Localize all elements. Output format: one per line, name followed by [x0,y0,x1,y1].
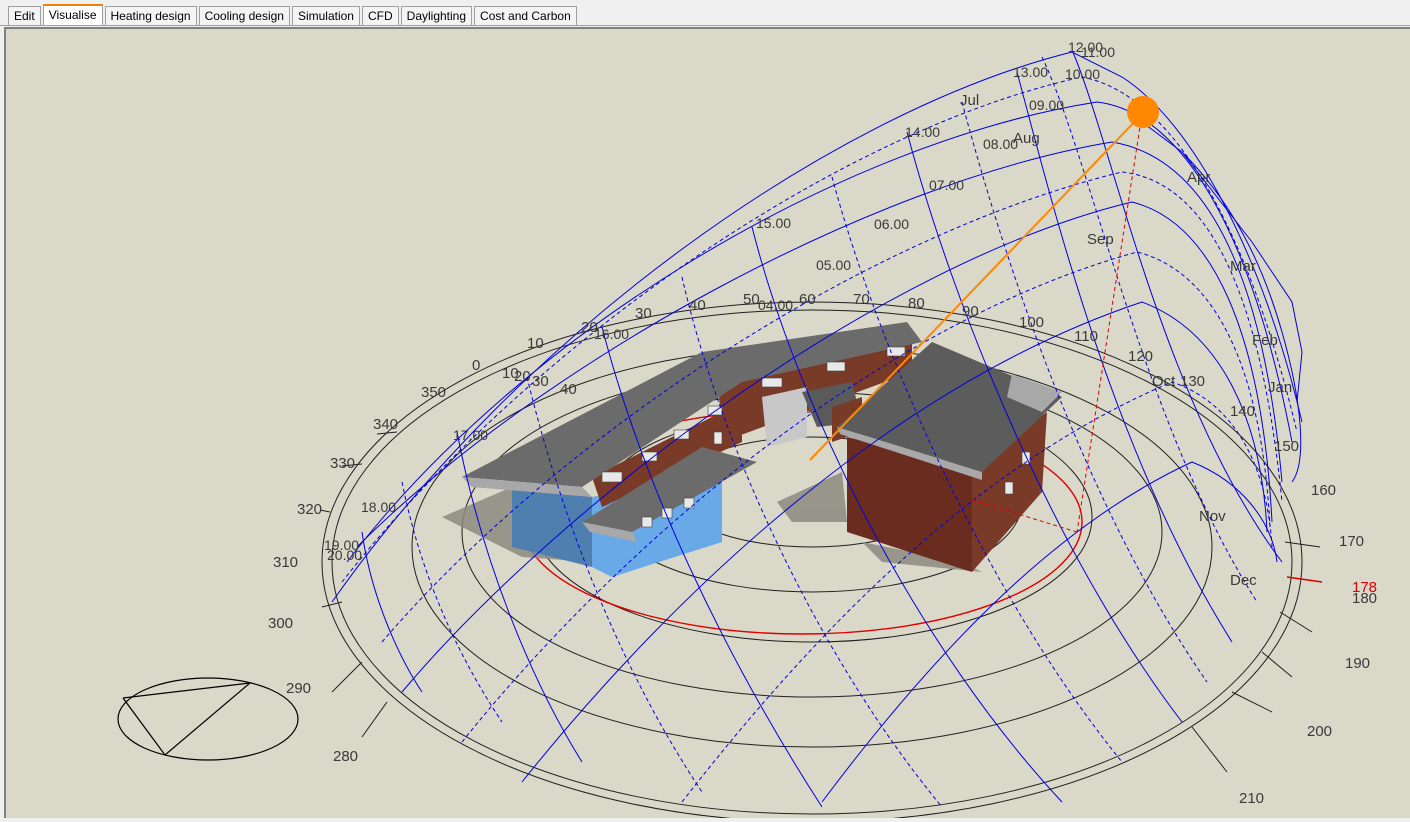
month-label: Feb [1252,332,1278,349]
month-label: Aug [1013,130,1040,147]
tab-simulation[interactable]: Simulation [291,6,360,25]
month-label: Oct [1152,373,1176,390]
month-label: Jan [1268,379,1292,396]
azimuth-label: 40 [560,381,577,398]
tab-cooling-design[interactable]: Cooling design [198,6,290,25]
azimuth-label: 60 [799,291,816,308]
elevation-label: 40 [689,297,706,314]
azimuth-label: 110 [1074,328,1098,345]
azimuth-label: 320 [297,501,322,518]
hour-label: 07.00 [929,177,964,193]
elevation-labels: 10 20 30 40 [527,297,706,352]
hour-label: 15.00 [756,215,791,231]
azimuth-label: 170 [1339,533,1364,550]
hour-label: 20.00 [327,547,362,563]
hour-label: 09.00 [1029,97,1064,113]
tab-strip: Edit Visualise Heating design Cooling de… [8,4,579,26]
hour-label: 17.00 [453,427,488,443]
azimuth-label: 160 [1311,482,1336,499]
azimuth-label: 150 [1274,438,1299,455]
azimuth-label: 350 [421,384,446,401]
tab-cfd[interactable]: CFD [361,6,399,25]
month-label: Jul [960,92,979,109]
compass-icon[interactable] [117,677,299,761]
azimuth-label: 70 [853,291,870,308]
azimuth-label: 280 [333,748,358,765]
azimuth-label: 80 [908,295,925,312]
tab-heating-design[interactable]: Heating design [104,6,197,25]
current-azimuth-label: 178 [1352,579,1377,596]
month-label: Dec [1230,572,1257,589]
tab-cost-and-carbon[interactable]: Cost and Carbon [474,6,577,25]
azimuth-label: 310 [273,554,298,571]
elevation-label: 10 [527,335,544,352]
elevation-label: 30 [635,305,652,322]
hour-label: 04.00 [758,297,793,313]
hour-label: 18.00 [361,499,396,515]
tab-edit[interactable]: Edit [8,6,41,25]
azimuth-label: 120 [1128,348,1153,365]
azimuth-label: 200 [1307,723,1332,740]
azimuth-label: 20 [514,368,531,385]
azimuth-label: 330 [330,455,355,472]
sun-path-scene[interactable]: 0 10 20 30 40 50 60 70 80 90 100 110 120… [6,29,1410,818]
azimuth-label: 130 [1180,373,1205,390]
azimuth-label: 340 [373,416,398,433]
status-strip [0,818,1410,822]
hour-label: 10.00 [1065,66,1100,82]
tab-visualise[interactable]: Visualise [42,4,103,25]
azimuth-label: 300 [268,615,293,632]
hour-label: 16.00 [594,326,629,342]
hour-label: 05.00 [816,257,851,273]
hour-label: 14.00 [905,124,940,140]
month-label: Mar [1230,258,1256,275]
tab-daylighting[interactable]: Daylighting [400,6,473,25]
building-model [462,322,1062,577]
tab-bar: Edit Visualise Heating design Cooling de… [0,0,1410,26]
month-label: Nov [1199,508,1226,525]
azimuth-label: 0 [472,357,480,374]
azimuth-label: 210 [1239,790,1264,807]
azimuth-label: 90 [962,303,979,320]
month-label: Sep [1087,231,1114,248]
hour-label: 06.00 [874,216,909,232]
azimuth-label: 290 [286,680,311,697]
azimuth-label: 190 [1345,655,1370,672]
azimuth-label: 140 [1230,403,1255,420]
azimuth-label: 100 [1019,314,1044,331]
hour-label: 13.00 [1013,64,1048,80]
3d-viewport[interactable]: 0 10 20 30 40 50 60 70 80 90 100 110 120… [4,27,1410,818]
azimuth-label: 30 [532,373,549,390]
month-label: Apr [1187,169,1210,186]
sun-icon[interactable] [1127,96,1159,128]
hour-label: 11.00 [1081,44,1115,60]
